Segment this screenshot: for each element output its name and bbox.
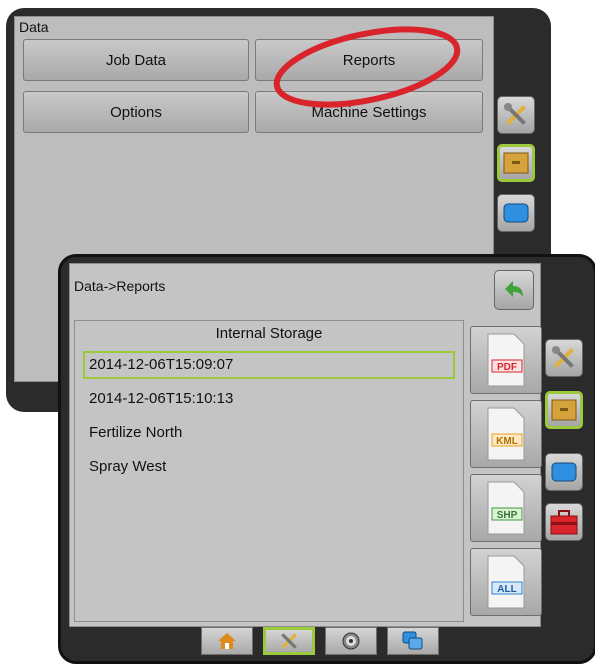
- page-title: Data: [19, 19, 49, 35]
- pdf-export-button[interactable]: PDF: [470, 326, 542, 394]
- back-button[interactable]: [494, 270, 534, 310]
- tab-tools[interactable]: [263, 627, 315, 655]
- tools-icon: [504, 103, 526, 125]
- all-export-button[interactable]: ALL: [470, 548, 542, 616]
- options-button[interactable]: Options: [23, 91, 249, 133]
- machine-settings-button[interactable]: Machine Settings: [255, 91, 483, 133]
- tools-side-button[interactable]: [545, 339, 583, 377]
- tools-side-button[interactable]: [497, 96, 535, 134]
- report-list: Internal Storage 2014-12-06T15:09:07 201…: [74, 320, 464, 622]
- shp-label: SHP: [497, 510, 518, 521]
- display-side-button[interactable]: [545, 453, 583, 491]
- tab-guidance[interactable]: [325, 627, 377, 655]
- shp-export-button[interactable]: SHP: [470, 474, 542, 542]
- back-arrow-icon: [505, 281, 523, 297]
- kml-export-button[interactable]: KML: [470, 400, 542, 468]
- home-icon: [218, 633, 236, 649]
- storage-label: Internal Storage: [215, 325, 323, 342]
- layers-icon: [402, 631, 423, 650]
- display-side-button[interactable]: [497, 194, 535, 232]
- toolbox-icon: [550, 510, 578, 535]
- target-icon: [342, 632, 360, 650]
- display-icon: [503, 203, 529, 223]
- toolbox-side-button[interactable]: [545, 503, 583, 541]
- reports-panel: Data->Reports Internal Storage 2014-12-0…: [69, 263, 542, 627]
- file-cabinet-icon: [551, 399, 577, 421]
- pdf-file-icon: PDF: [487, 333, 525, 387]
- list-item[interactable]: 2014-12-06T15:09:07: [83, 351, 455, 379]
- list-item[interactable]: Spray West: [83, 453, 455, 481]
- file-cabinet-icon: [503, 152, 529, 174]
- all-file-icon: ALL: [487, 555, 525, 609]
- list-item[interactable]: 2014-12-06T15:10:13: [83, 385, 455, 413]
- shp-file-icon: SHP: [487, 481, 525, 535]
- page-title: Data->Reports: [74, 278, 166, 294]
- tab-layers[interactable]: [387, 627, 439, 655]
- data-side-button[interactable]: [497, 144, 535, 182]
- reports-button[interactable]: Reports: [255, 39, 483, 81]
- list-item[interactable]: Fertilize North: [83, 419, 455, 447]
- tab-home[interactable]: [201, 627, 253, 655]
- job-data-button[interactable]: Job Data: [23, 39, 249, 81]
- front-screen: Data->Reports Internal Storage 2014-12-0…: [58, 254, 595, 664]
- kml-label: KML: [496, 436, 518, 447]
- data-side-button[interactable]: [545, 391, 583, 429]
- tools-icon: [281, 633, 297, 649]
- tools-icon: [552, 346, 574, 368]
- kml-file-icon: KML: [487, 407, 525, 461]
- display-icon: [551, 462, 577, 482]
- all-label: ALL: [497, 584, 516, 595]
- pdf-label: PDF: [497, 362, 517, 373]
